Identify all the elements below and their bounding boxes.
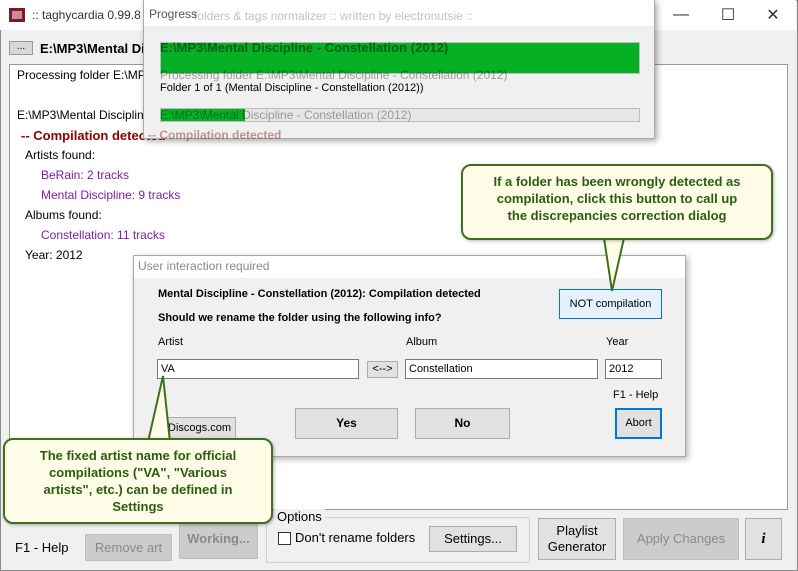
settings-button[interactable]: Settings...: [429, 526, 517, 552]
window-title-overlay: folders & tags normalizer :: written by …: [194, 9, 473, 23]
not-compilation-callout: If a folder has been wrongly detected as…: [461, 164, 773, 240]
bottom-callout-line2: compilations ("VA", "Various: [49, 465, 227, 480]
progress-caption: Folder 1 of 1 (Mental Discipline - Const…: [160, 82, 424, 94]
dialog-title: User interaction required: [138, 259, 270, 273]
path-overlay: E:\MP3\Mental Discipline - Constellation…: [160, 40, 449, 55]
log-line-year: Year: 2012: [25, 248, 83, 262]
abort-button[interactable]: Abort: [615, 408, 662, 439]
minimize-icon: —: [673, 6, 689, 23]
artist-label: Artist: [158, 336, 184, 348]
log-line-artist-mental: Mental Discipline: 9 tracks: [41, 188, 181, 202]
no-button[interactable]: No: [415, 408, 510, 439]
top-callout-line2: compilation, click this button to call u…: [496, 191, 738, 206]
maximize-icon: ☐: [720, 7, 736, 24]
apply-changes-button[interactable]: Apply Changes: [623, 518, 739, 560]
playlist-label-line1: Playlist: [556, 523, 598, 538]
log-line-album: Constellation: 11 tracks: [41, 228, 165, 242]
log-line-artist-berain: BeRain: 2 tracks: [41, 168, 130, 182]
top-callout-line3: the discrepancies correction dialog: [507, 208, 727, 223]
browse-folder-button[interactable]: ...: [9, 41, 33, 55]
dont-rename-checkbox[interactable]: [278, 532, 291, 545]
minimize-button[interactable]: —: [658, 0, 704, 30]
bottom-callout-line3: artists", etc.) can be defined in: [43, 482, 233, 497]
dialog-help-hint: F1 - Help: [613, 389, 659, 401]
window-title: :: taghycardia 0.99.8 p: [32, 8, 151, 22]
maximize-button[interactable]: ☐: [705, 0, 751, 30]
artist-name-callout: The fixed artist name for official compi…: [3, 438, 273, 524]
path-overlay-2: E:\MP3\Mental Discipline - Constellation…: [160, 108, 412, 122]
artist-input[interactable]: VA: [157, 359, 359, 379]
top-callout-line1: If a folder has been wrongly detected as: [493, 174, 741, 189]
playlist-label-line2: Generator: [547, 539, 607, 554]
yes-button[interactable]: Yes: [295, 408, 398, 439]
playlist-generator-button[interactable]: Playlist Generator: [538, 518, 616, 560]
dont-rename-label[interactable]: Don't rename folders: [295, 530, 415, 545]
processing-overlay: Processing folder E:\MP3\Mental Discipli…: [160, 68, 508, 82]
working-button[interactable]: Working...: [179, 519, 258, 559]
year-label: Year: [606, 336, 629, 348]
log-line-artists-header: Artists found:: [25, 148, 96, 162]
year-input[interactable]: 2012: [605, 359, 662, 379]
progress-title: Progress: [149, 7, 198, 21]
bottom-callout-line1: The fixed artist name for official: [39, 448, 237, 463]
info-button[interactable]: i: [745, 518, 782, 560]
bottom-callout-line4: Settings: [112, 499, 164, 514]
options-label: Options: [274, 509, 325, 524]
close-icon: ✕: [766, 7, 780, 24]
log-line-albums-header: Albums found:: [25, 208, 102, 222]
help-hint: F1 - Help: [15, 540, 69, 555]
album-input[interactable]: Constellation: [405, 359, 598, 379]
app-icon: [9, 8, 25, 22]
remove-art-button[interactable]: Remove art: [85, 534, 172, 561]
swap-fields-button[interactable]: <-->: [367, 361, 398, 378]
discogs-button[interactable]: Discogs.com: [163, 417, 236, 439]
album-label: Album: [406, 336, 438, 348]
not-compilation-button[interactable]: NOT compilation: [559, 289, 662, 319]
dialog-question: Should we rename the folder using the fo…: [158, 312, 442, 324]
dialog-heading: Mental Discipline - Constellation (2012)…: [158, 288, 481, 300]
compilation-overlay: -- Compilation detected: [148, 128, 282, 142]
close-button[interactable]: ✕: [750, 0, 796, 30]
